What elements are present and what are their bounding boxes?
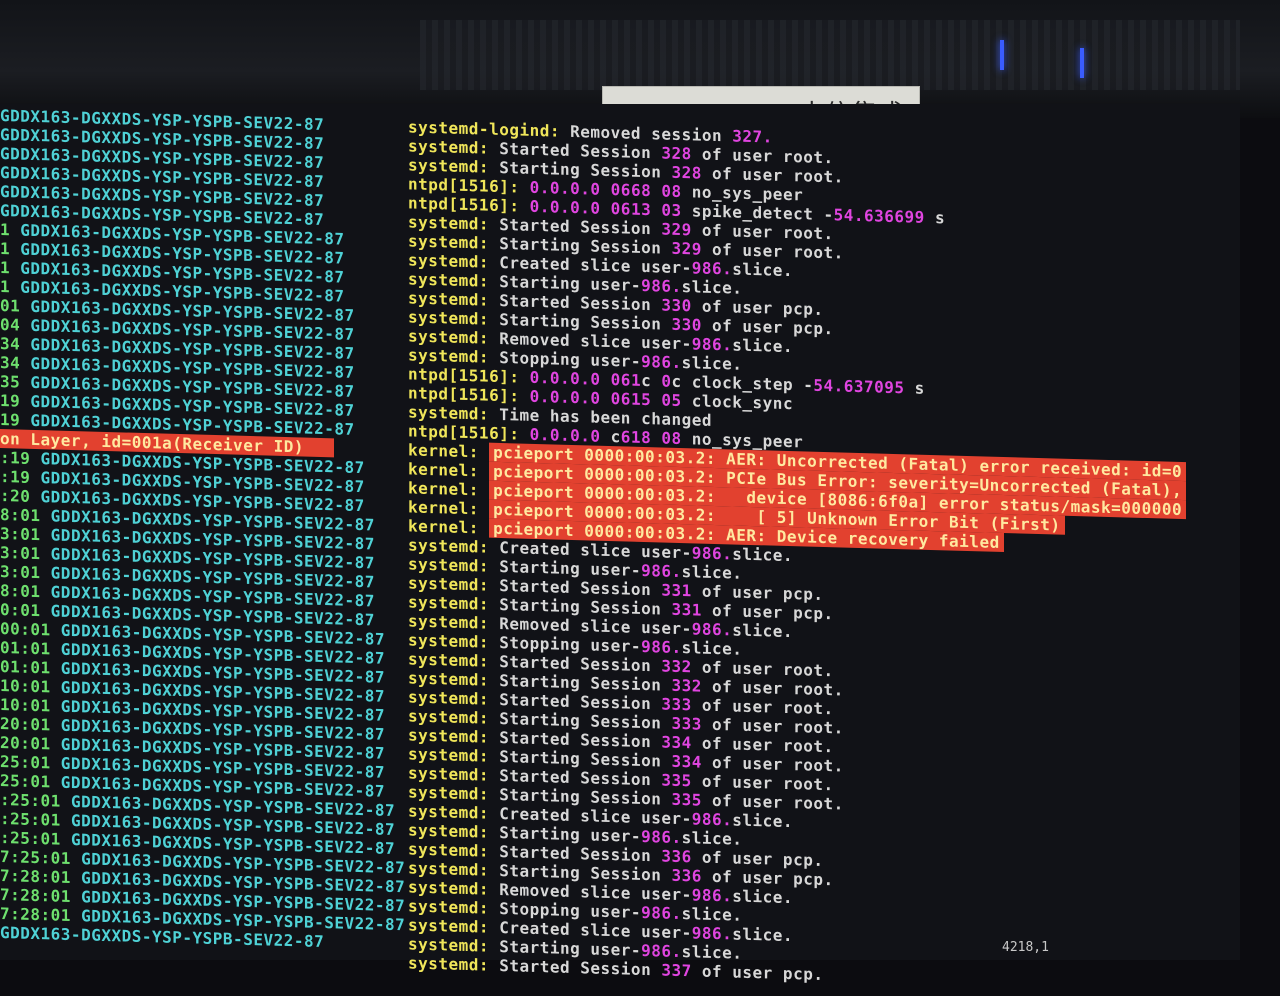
log-source: systemd: <box>408 763 500 785</box>
log-timestamp: 25:01 <box>0 771 61 792</box>
status-line: 4218,1 <box>1002 940 1049 955</box>
log-source: systemd: <box>408 744 500 766</box>
log-source: systemd: <box>408 535 500 557</box>
log-source: systemd: <box>408 896 500 918</box>
log-timestamp: 19 <box>0 391 31 411</box>
log-source: systemd: <box>408 288 500 310</box>
log-source: systemd: <box>408 554 500 576</box>
log-source: systemd: <box>408 307 500 329</box>
log-source: systemd: <box>408 725 500 747</box>
log-timestamp: 19 <box>0 410 31 430</box>
log-source: systemd: <box>408 402 500 424</box>
log-timestamp: :20 <box>0 486 41 507</box>
log-timestamp: 1 <box>0 277 21 297</box>
log-timestamp: 10:01 <box>0 676 61 697</box>
log-timestamp: 35 <box>0 372 31 392</box>
log-timestamp: 10:01 <box>0 695 61 716</box>
log-timestamp: :25:01 <box>0 809 71 830</box>
log-timestamp: :19 <box>0 467 41 488</box>
log-source: systemd: <box>408 953 500 975</box>
log-timestamp: 7:25:01 <box>0 847 82 869</box>
terminal-log: GDDX163-DGXXDS-YSP-YSPB-SEV22-87 systemd-… <box>0 104 1240 995</box>
log-timestamp: 34 <box>0 353 31 373</box>
log-timestamp: 25:01 <box>0 752 61 773</box>
rack-led <box>1080 48 1084 78</box>
log-timestamp: :25:01 <box>0 828 71 849</box>
log-source: systemd: <box>408 269 500 291</box>
log-source: systemd: <box>408 250 500 272</box>
log-timestamp: 04 <box>0 315 31 335</box>
log-timestamp: 20:01 <box>0 733 61 754</box>
log-timestamp: 3:01 <box>0 562 51 583</box>
log-timestamp: 1 <box>0 239 21 259</box>
log-source: systemd: <box>408 611 500 633</box>
log-timestamp: 20:01 <box>0 714 61 735</box>
log-source: systemd: <box>408 858 500 880</box>
log-timestamp: 7:28:01 <box>0 885 82 907</box>
log-timestamp: :19 <box>0 448 41 469</box>
terminal-screen: GDDX163-DGXXDS-YSP-YSPB-SEV22-87 systemd-… <box>0 104 1240 984</box>
log-timestamp: 7:28:01 <box>0 904 82 926</box>
log-timestamp: 01:01 <box>0 638 61 659</box>
log-source: kernel: <box>408 440 490 462</box>
log-source: systemd: <box>408 326 500 348</box>
log-source: systemd: <box>408 801 500 823</box>
log-source: systemd: <box>408 212 500 234</box>
log-source: systemd: <box>408 231 500 253</box>
log-timestamp: 0:01 <box>0 600 51 621</box>
log-source: systemd: <box>408 573 500 595</box>
log-source: systemd: <box>408 155 500 177</box>
log-source: kernel: <box>408 459 490 481</box>
log-timestamp: 01:01 <box>0 657 61 678</box>
log-source: systemd: <box>408 839 500 861</box>
log-source: kernel: <box>408 497 490 519</box>
log-source: systemd: <box>408 915 500 937</box>
log-timestamp: 7:28:01 <box>0 866 82 888</box>
log-source: systemd: <box>408 649 500 671</box>
log-timestamp: 3:01 <box>0 524 51 545</box>
log-source: systemd: <box>408 934 500 956</box>
log-source: kernel: <box>408 516 490 538</box>
log-timestamp: 8:01 <box>0 505 51 526</box>
log-source: systemd: <box>408 877 500 899</box>
rack-led <box>1000 40 1004 70</box>
log-timestamp: :25:01 <box>0 790 71 811</box>
log-source: systemd: <box>408 592 500 614</box>
log-source: systemd: <box>408 706 500 728</box>
server-rack-background <box>420 20 1240 90</box>
log-source: systemd: <box>408 345 500 367</box>
log-source: systemd: <box>408 782 500 804</box>
log-timestamp: 34 <box>0 334 31 354</box>
log-timestamp: 1 <box>0 258 21 278</box>
log-source: systemd: <box>408 668 500 690</box>
log-source: kernel: <box>408 478 490 500</box>
log-timestamp: 3:01 <box>0 543 51 564</box>
log-timestamp: 00:01 <box>0 619 61 640</box>
log-timestamp: 01 <box>0 296 31 316</box>
log-timestamp: 1 <box>0 220 21 240</box>
log-source: systemd: <box>408 687 500 709</box>
log-timestamp: 8:01 <box>0 581 51 602</box>
log-source: systemd: <box>408 630 500 652</box>
log-source: systemd: <box>408 820 500 842</box>
log-source: systemd: <box>408 136 500 158</box>
